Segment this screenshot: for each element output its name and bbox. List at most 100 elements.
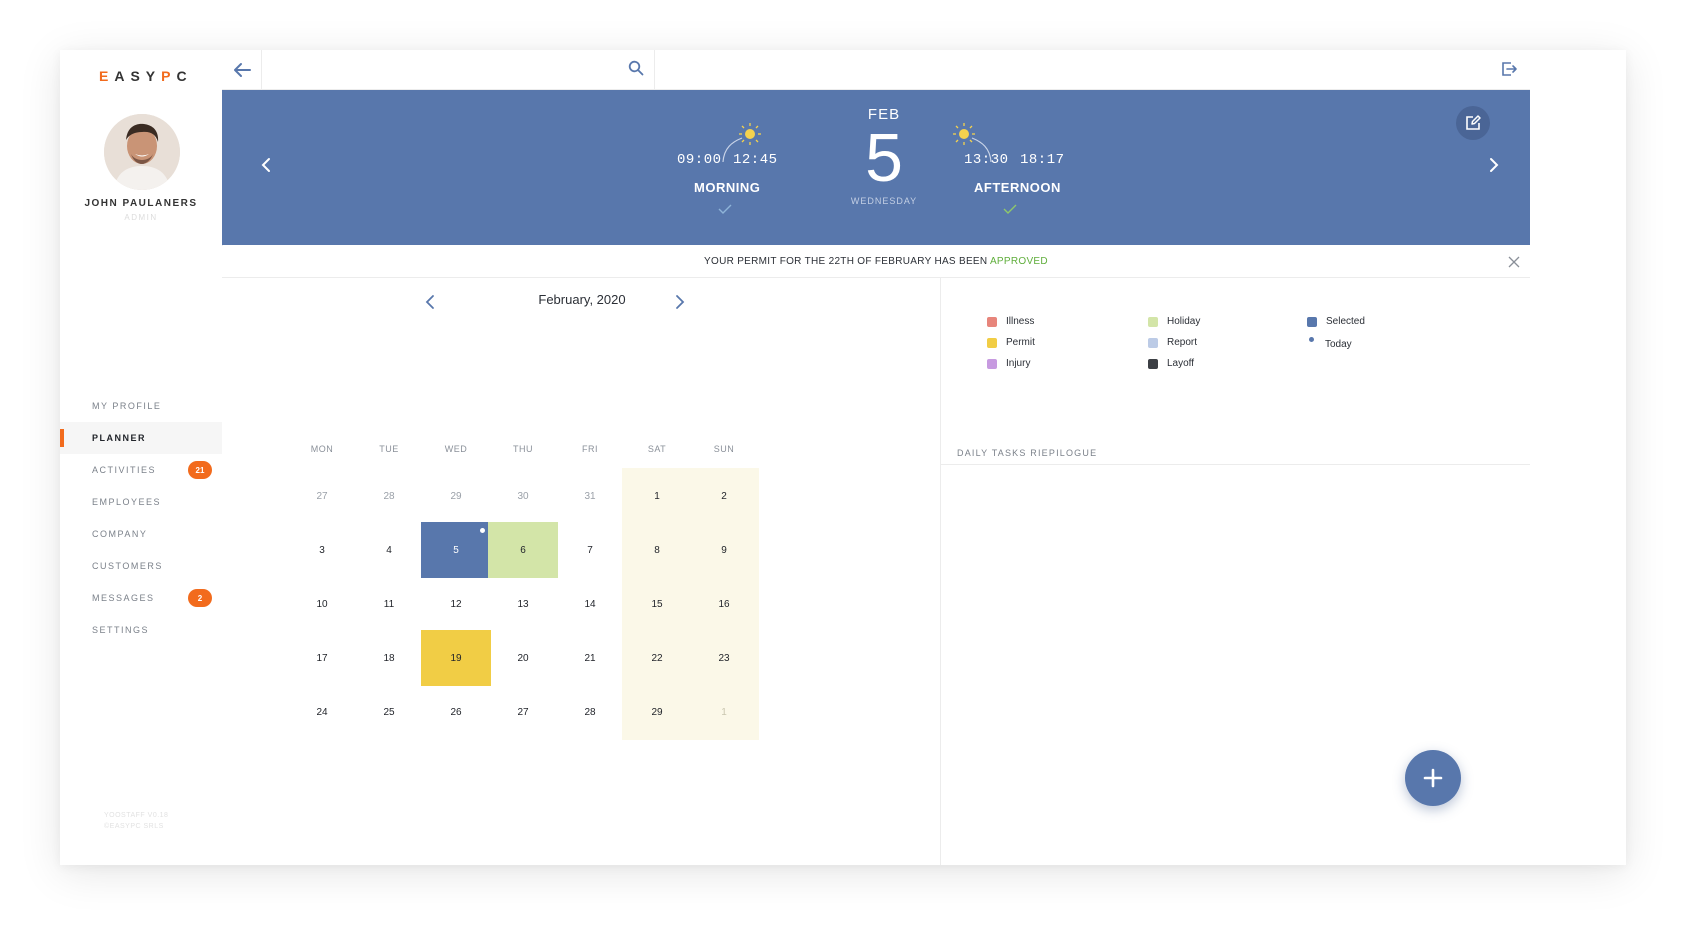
nav-label: MY PROFILE [92,401,162,411]
day-number: 25 [383,706,395,718]
logo-suffix: C [176,68,193,84]
calendar-day-cell[interactable]: 28 [354,468,424,524]
nav-item-company[interactable]: COMPANY [60,518,222,550]
nav-item-employees[interactable]: EMPLOYEES [60,486,222,518]
day-number: 1 [721,706,727,718]
calendar-day-cell[interactable]: 27 [287,468,357,524]
legend-item: Selected [1307,316,1365,327]
calendar-day-cell[interactable]: 2 [689,468,759,524]
nav-item-messages[interactable]: MESSAGES 2 [60,582,222,614]
edit-day-button[interactable] [1456,106,1490,140]
legend-item: Report [1148,337,1197,348]
calendar-day-cell[interactable]: 13 [488,576,558,632]
check-icon [718,204,732,214]
calendar-day-cell[interactable]: 15 [622,576,692,632]
previous-day-button[interactable] [260,156,272,179]
calendar-day-cell[interactable]: 1 [689,684,759,740]
logout-icon[interactable] [1500,60,1518,83]
calendar-day-cell[interactable]: 18 [354,630,424,686]
banner-day-number: 5 [865,120,903,196]
calendar-day-cell[interactable]: 7 [555,522,625,578]
calendar-day-cell[interactable]: 10 [287,576,357,632]
calendar-day-cell[interactable]: 5 [421,522,491,578]
chevron-right-icon [1490,158,1499,172]
calendar-day-cell[interactable]: 3 [287,522,357,578]
back-button[interactable] [222,50,262,89]
main-nav: MY PROFILE PLANNER ACTIVITIES 21 EMPLOYEE… [60,390,222,646]
day-number: 9 [721,544,727,556]
color-swatch [1307,316,1317,327]
calendar-day-cell[interactable]: 31 [555,468,625,524]
calendar-day-cell[interactable]: 17 [287,630,357,686]
calendar-day-cell[interactable]: 8 [622,522,692,578]
calendar-day-cell[interactable]: 24 [287,684,357,740]
next-day-button[interactable] [1488,156,1500,179]
nav-item-settings[interactable]: SETTINGS [60,614,222,646]
day-number: 5 [453,544,459,556]
calendar-day-cell[interactable]: 28 [555,684,625,740]
calendar-day-cell[interactable]: 1 [622,468,692,524]
avatar[interactable] [104,114,180,190]
calendar-day-cell[interactable]: 16 [689,576,759,632]
calendar-day-cell[interactable]: 19 [421,630,491,686]
search-icon[interactable] [628,60,644,81]
weekday-label: MON [310,444,334,454]
calendar-day-cell[interactable]: 12 [421,576,491,632]
weekday-label: FRI [582,444,598,454]
search-input[interactable] [270,58,614,82]
previous-month-button[interactable] [425,294,435,315]
calendar-day-cell[interactable]: 30 [488,468,558,524]
calendar-day-cell[interactable]: 6 [488,522,558,578]
day-number: 22 [651,652,663,664]
divider [941,464,1530,465]
today-marker [480,528,485,533]
weekday-label: WED [444,444,468,454]
color-swatch [1148,358,1158,369]
calendar-day-cell[interactable]: 25 [354,684,424,740]
banner-weekday: WEDNESDAY [850,196,918,206]
app-logo[interactable]: EASYPC [99,68,193,84]
check-icon [1003,204,1017,214]
nav-item-customers[interactable]: CUSTOMERS [60,550,222,582]
day-number: 11 [383,598,395,610]
legend-item: Illness [987,316,1034,327]
arrow-left-icon [233,62,251,77]
permit-notification: YOUR PERMIT FOR THE 22TH OF FEBRUARY HAS… [222,246,1530,278]
legend-label: Selected [1326,316,1365,327]
nav-item-activities[interactable]: ACTIVITIES 21 [60,454,222,486]
day-number: 15 [651,598,663,610]
version-label: YOOSTAFF V0.18 [104,812,169,819]
next-month-button[interactable] [675,294,685,315]
add-button[interactable] [1405,750,1461,806]
calendar-day-cell[interactable]: 23 [689,630,759,686]
nav-item-planner[interactable]: PLANNER [60,422,222,454]
legend-label: Holiday [1167,316,1201,327]
calendar-day-cell[interactable]: 9 [689,522,759,578]
calendar-day-cell[interactable]: 29 [421,468,491,524]
calendar-day-cell[interactable]: 20 [488,630,558,686]
calendar-day-cell[interactable]: 4 [354,522,424,578]
day-number: 29 [651,706,663,718]
chevron-right-icon [676,295,685,309]
calendar-day-cell[interactable]: 21 [555,630,625,686]
weekday-label: TUE [379,444,399,454]
legend-label: Report [1167,337,1198,348]
close-icon[interactable] [1508,255,1520,273]
calendar-day-cell[interactable]: 14 [555,576,625,632]
calendar-day-cell[interactable]: 27 [488,684,558,740]
logo-accent: P [161,68,177,84]
morning-start-time: 09:00 [677,152,722,168]
day-number: 1 [654,490,660,502]
weekday-label: SUN [713,444,735,454]
calendar-day-cell[interactable]: 26 [421,684,491,740]
legend-item: Today [1307,337,1352,352]
legend-item: Permit [987,337,1035,348]
calendar-day-cell[interactable]: 22 [622,630,692,686]
calendar-day-cell[interactable]: 29 [622,684,692,740]
calendar-day-cell[interactable]: 11 [354,576,424,632]
nav-item-my-profile[interactable]: MY PROFILE [60,390,222,422]
legend-label: Today [1325,339,1352,350]
day-number: 3 [319,544,325,556]
color-swatch [1148,337,1158,348]
day-number: 10 [316,598,328,610]
